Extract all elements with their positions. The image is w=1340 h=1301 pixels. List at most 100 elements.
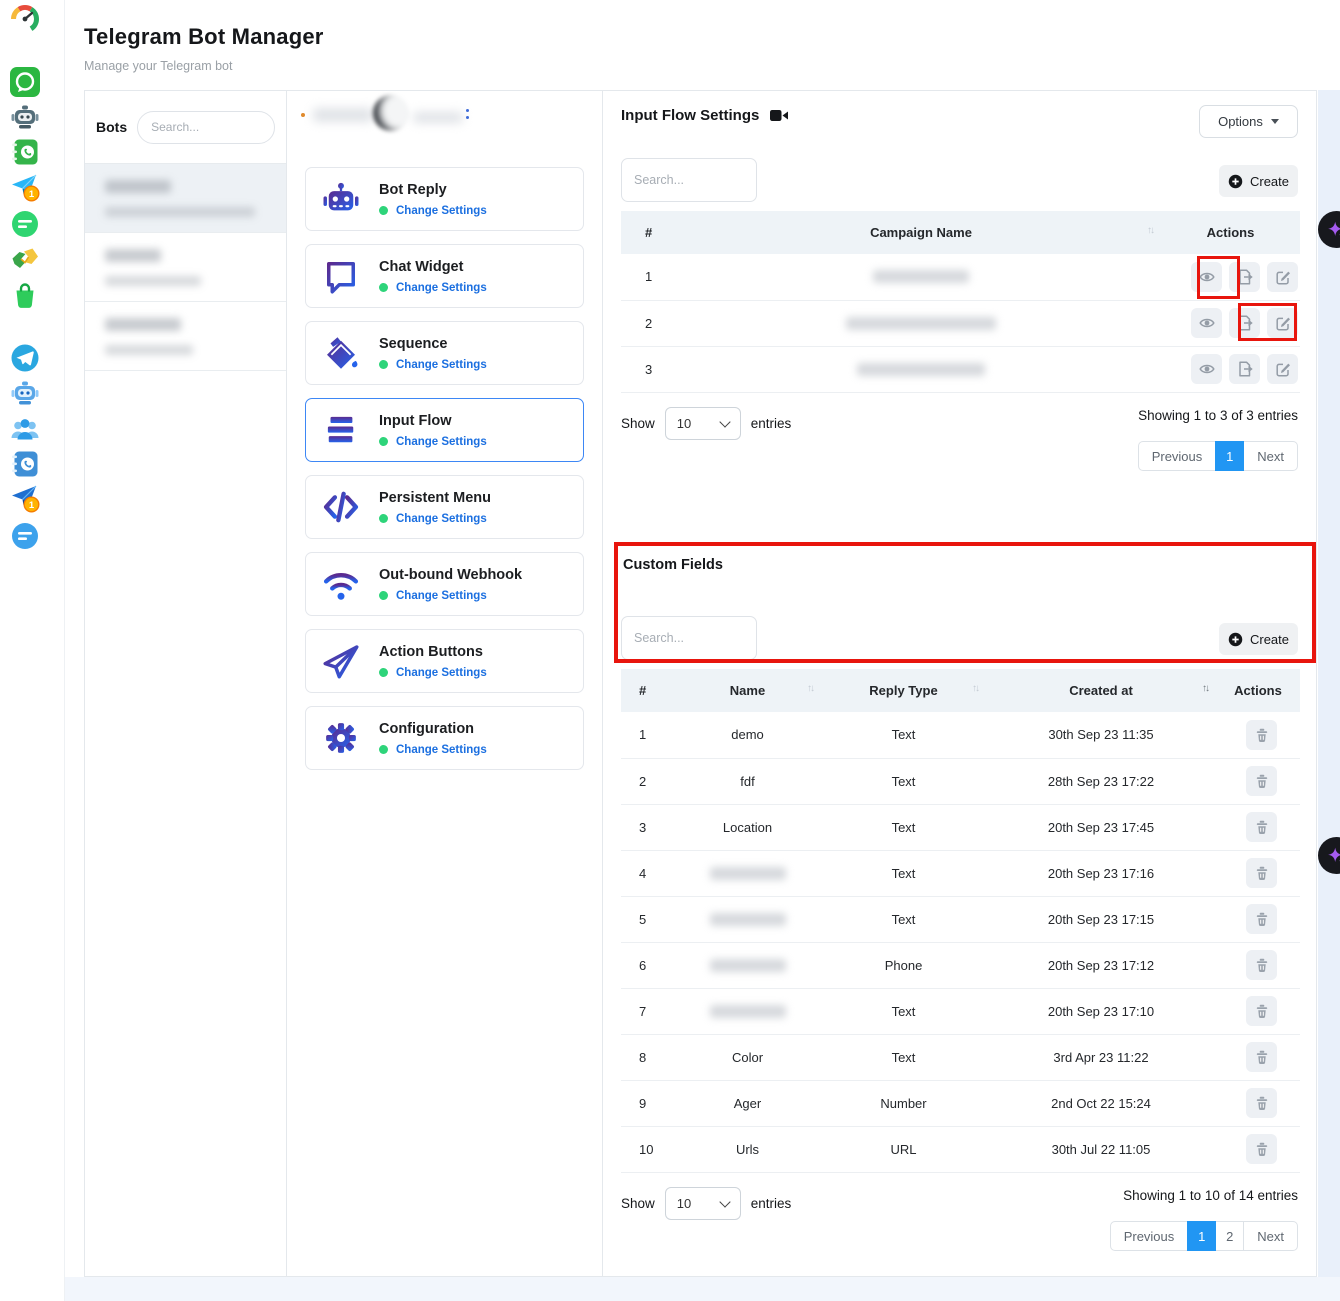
team-icon[interactable]	[10, 414, 40, 444]
column-header-campaign-name[interactable]: Campaign Name↑↓	[681, 211, 1161, 254]
plane-coin-blue-icon[interactable]: 1	[10, 483, 40, 513]
handshake-icon[interactable]	[10, 244, 40, 274]
footer-strip	[65, 1277, 1340, 1301]
sequence-icon	[320, 332, 362, 374]
table-row: 5Text20th Sep 23 17:15	[621, 896, 1300, 942]
card-configuration[interactable]: Configuration Change Settings	[305, 706, 584, 770]
card-input-flow[interactable]: Input Flow Change Settings	[305, 398, 584, 462]
status-dot	[379, 206, 388, 215]
delete-button[interactable]	[1246, 1088, 1277, 1118]
delete-button[interactable]	[1246, 1042, 1277, 1072]
card-action-buttons[interactable]: Action Buttons Change Settings	[305, 629, 584, 693]
change-settings-link[interactable]: Change Settings	[396, 744, 487, 756]
change-settings-link[interactable]: Change Settings	[396, 513, 487, 525]
robot-icon[interactable]	[10, 102, 40, 132]
page-size-select[interactable]: 10	[665, 1187, 741, 1220]
input-flow-icon	[320, 409, 362, 451]
delete-button[interactable]	[1246, 766, 1277, 796]
card-title: Out-bound Webhook	[379, 567, 522, 583]
page-number-button[interactable]: 2	[1215, 1221, 1244, 1251]
bots-panel-header: Bots	[85, 91, 286, 164]
previous-page-button[interactable]: Previous	[1110, 1221, 1189, 1251]
create-input-flow-button[interactable]: Create	[1219, 165, 1298, 197]
chat-green-icon[interactable]	[10, 209, 40, 239]
configuration-icon	[320, 717, 362, 759]
speedometer-icon[interactable]	[10, 4, 40, 34]
row-actions	[1216, 758, 1300, 804]
svg-text:1: 1	[29, 500, 35, 511]
chat-blue-icon[interactable]	[10, 521, 40, 551]
card-sequence[interactable]: Sequence Change Settings	[305, 321, 584, 385]
bot-list-item[interactable]	[85, 164, 286, 233]
created-at: 28th Sep 23 17:22	[986, 758, 1216, 804]
robot-blue-icon[interactable]	[10, 378, 40, 408]
view-button[interactable]	[1191, 262, 1222, 292]
card-outbound-webhook[interactable]: Out-bound Webhook Change Settings	[305, 552, 584, 616]
change-settings-link[interactable]: Change Settings	[396, 667, 487, 679]
delete-button[interactable]	[1246, 1134, 1277, 1164]
change-settings-link[interactable]: Change Settings	[396, 282, 487, 294]
page-size-select[interactable]: 10	[665, 407, 741, 440]
view-button[interactable]	[1191, 354, 1222, 384]
chevron-down-icon	[719, 1196, 730, 1207]
delete-button[interactable]	[1246, 996, 1277, 1026]
page-number-button[interactable]: 1	[1187, 1221, 1216, 1251]
trash-icon	[1254, 1003, 1270, 1019]
plane-coin-icon[interactable]: 1	[10, 172, 40, 202]
column-header-reply-type[interactable]: Reply Type↑↓	[821, 669, 986, 712]
edit-button[interactable]	[1267, 262, 1298, 292]
next-page-button[interactable]: Next	[1243, 1221, 1298, 1251]
change-settings-link[interactable]: Change Settings	[396, 436, 487, 448]
options-button[interactable]: Options	[1199, 105, 1298, 138]
card-bot-reply[interactable]: Bot Reply Change Settings	[305, 167, 584, 231]
eye-icon	[1199, 269, 1215, 285]
custom-fields-search-input[interactable]	[621, 616, 757, 660]
export-button[interactable]	[1229, 308, 1260, 338]
delete-button[interactable]	[1246, 858, 1277, 888]
column-header-name[interactable]: Name↑↓	[674, 669, 821, 712]
field-name: fdf	[674, 758, 821, 804]
delete-button[interactable]	[1246, 904, 1277, 934]
whatsapp-icon[interactable]	[10, 67, 40, 97]
trash-icon	[1254, 957, 1270, 973]
change-settings-link[interactable]: Change Settings	[396, 205, 487, 217]
contacts-blue-icon[interactable]	[10, 449, 40, 479]
card-chat-widget[interactable]: Chat Widget Change Settings	[305, 244, 584, 308]
delete-button[interactable]	[1246, 812, 1277, 842]
edit-button[interactable]	[1267, 308, 1298, 338]
column-header-actions: Actions	[1216, 669, 1300, 712]
bots-search-input[interactable]	[137, 111, 275, 144]
trash-icon	[1254, 727, 1270, 743]
previous-page-button[interactable]: Previous	[1138, 441, 1217, 471]
page-number-button[interactable]: 1	[1215, 441, 1244, 471]
change-settings-link[interactable]: Change Settings	[396, 359, 487, 371]
view-button[interactable]	[1191, 308, 1222, 338]
card-persistent-menu[interactable]: Persistent Menu Change Settings	[305, 475, 584, 539]
row-number: 1	[621, 254, 681, 300]
bot-menu-kebab-icon[interactable]	[464, 107, 471, 121]
column-header-created-at[interactable]: Created at↑↓	[986, 669, 1216, 712]
export-button[interactable]	[1229, 354, 1260, 384]
edit-button[interactable]	[1267, 354, 1298, 384]
shopping-bag-icon[interactable]	[10, 280, 40, 310]
field-name: Urls	[674, 1126, 821, 1172]
delete-button[interactable]	[1246, 950, 1277, 980]
next-page-button[interactable]: Next	[1243, 441, 1298, 471]
row-actions	[1216, 988, 1300, 1034]
delete-button[interactable]	[1246, 720, 1277, 750]
page-size-control: Show 10 entries	[621, 407, 791, 440]
change-settings-link[interactable]: Change Settings	[396, 590, 487, 602]
status-dot	[379, 360, 388, 369]
telegram-icon[interactable]	[10, 343, 40, 373]
export-button[interactable]	[1229, 262, 1260, 292]
left-rail: 11	[0, 0, 65, 1301]
bot-list-item[interactable]	[85, 302, 286, 371]
reply-type: Text	[821, 804, 986, 850]
bot-reply-icon	[320, 178, 362, 220]
bot-list-item[interactable]	[85, 233, 286, 302]
input-flow-search-input[interactable]	[621, 158, 757, 202]
row-actions	[1216, 804, 1300, 850]
right-scroll-strip[interactable]	[1318, 90, 1340, 1277]
create-custom-field-button[interactable]: Create	[1219, 623, 1298, 655]
contacts-green-icon[interactable]	[10, 137, 40, 167]
